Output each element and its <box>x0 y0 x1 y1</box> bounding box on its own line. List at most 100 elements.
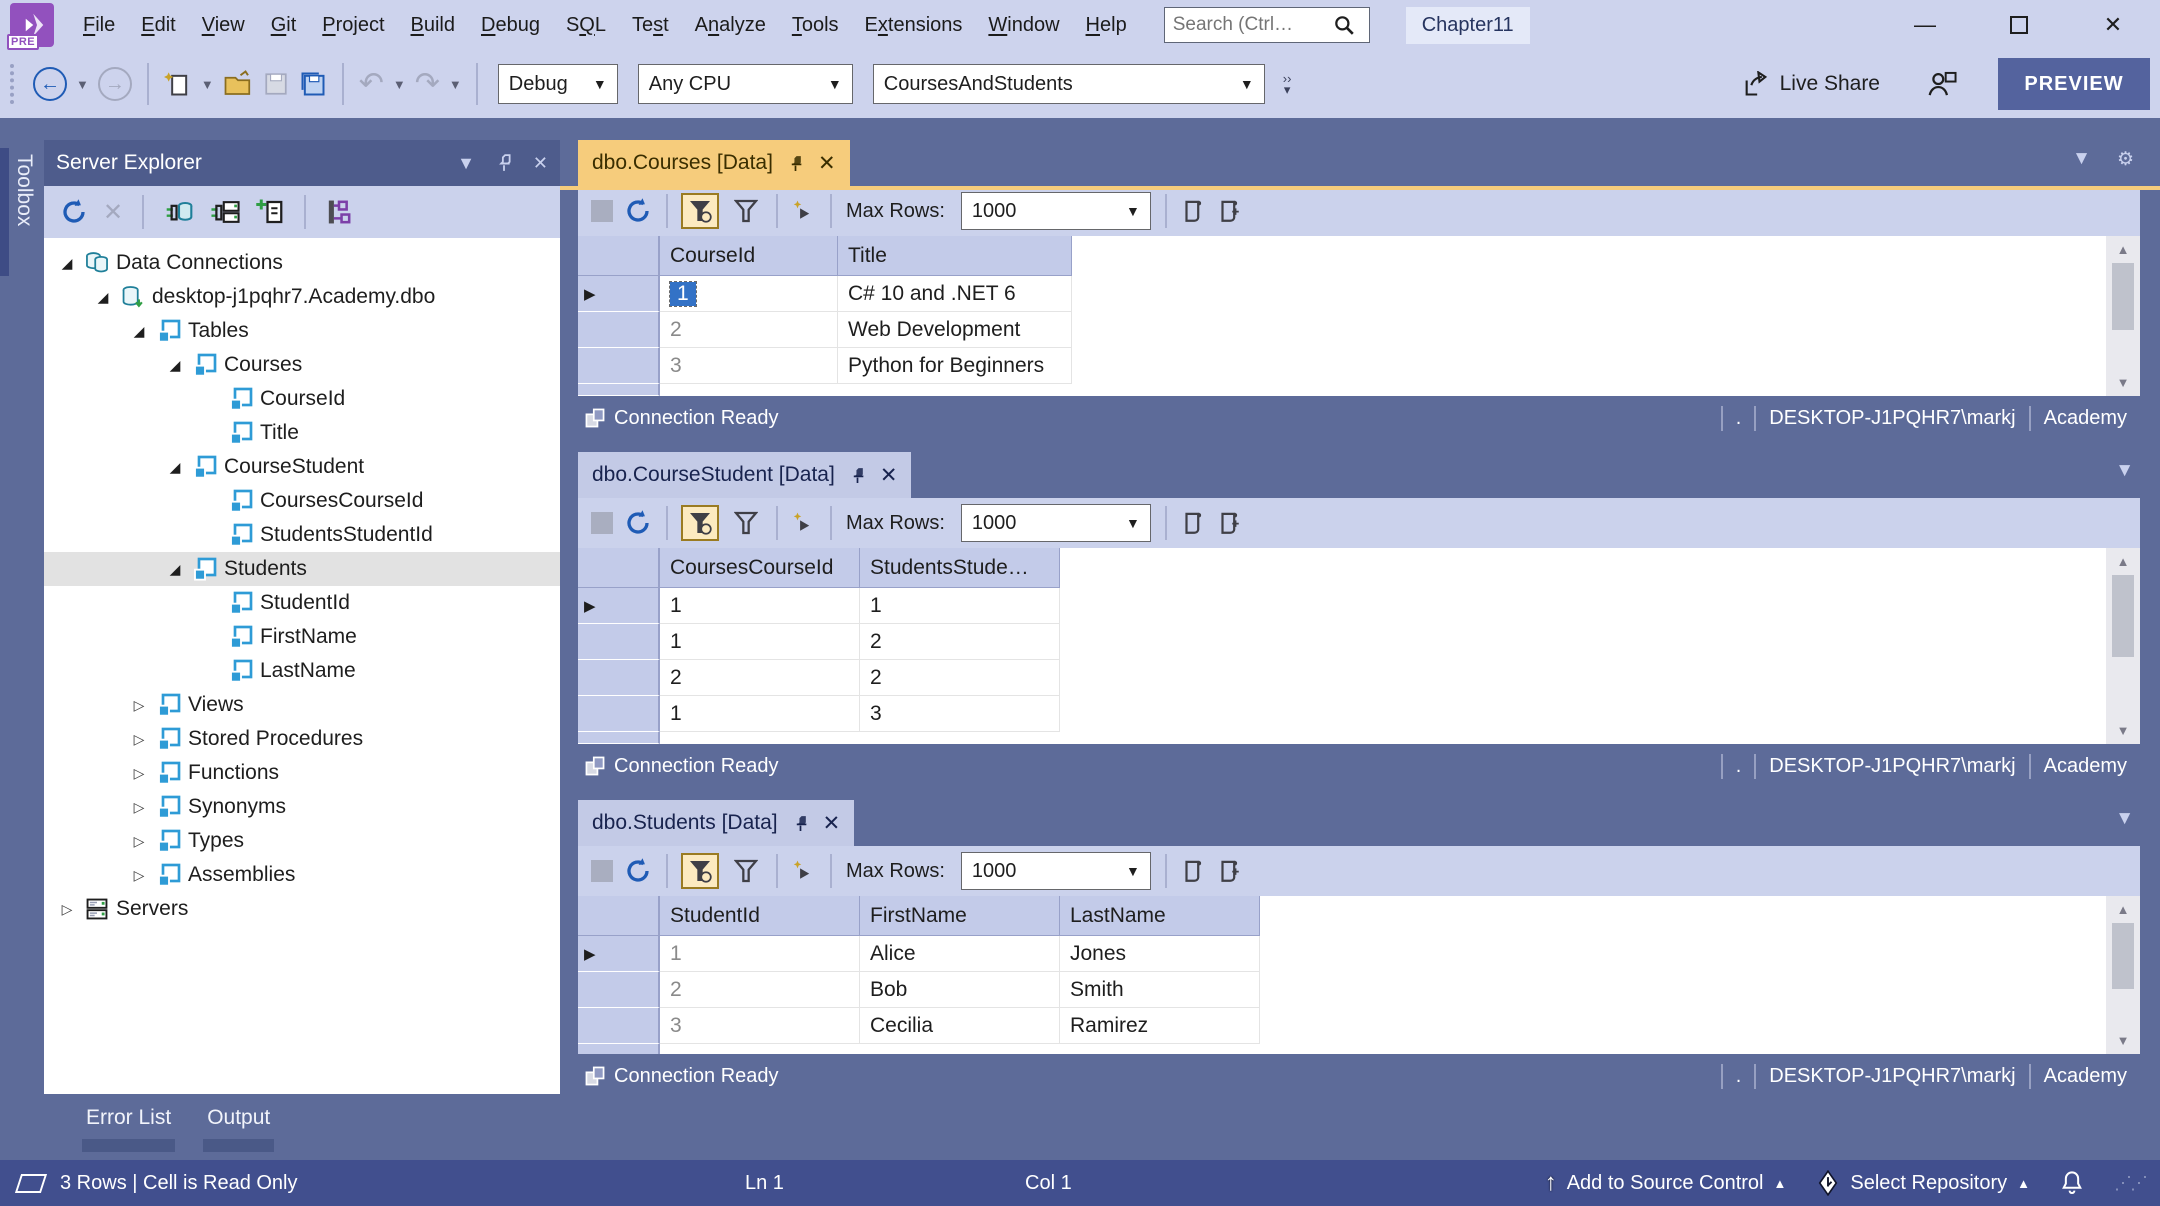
grid-cell[interactable]: 1 <box>660 624 860 660</box>
tree-node-courseid[interactable]: CourseId <box>44 382 560 416</box>
tree-node-stored-procedures[interactable]: ▷Stored Procedures <box>44 722 560 756</box>
tree-node-studentid[interactable]: StudentId <box>44 586 560 620</box>
tree-expander-icon[interactable]: ▷ <box>124 867 154 884</box>
redo-button[interactable]: ↷ <box>415 69 440 99</box>
chevron-down-icon[interactable]: ▼ <box>2072 148 2091 171</box>
column-header-firstname[interactable]: FirstName <box>860 896 1060 936</box>
grid-cell[interactable]: C# 10 and .NET 6 <box>838 276 1072 312</box>
menu-tools[interactable]: Tools <box>779 14 852 37</box>
tree-expander-icon[interactable]: ◢ <box>160 561 190 578</box>
save-button[interactable] <box>263 71 289 97</box>
close-icon[interactable]: ✕ <box>880 463 898 488</box>
max-rows-combo[interactable]: 1000▼ <box>961 852 1151 890</box>
undo-button[interactable]: ↶ <box>359 69 384 99</box>
menu-test[interactable]: Test <box>619 14 682 37</box>
row-selector[interactable] <box>578 348 660 384</box>
vertical-scrollbar[interactable]: ▲ ▼ <box>2106 548 2140 744</box>
menu-edit[interactable]: Edit <box>128 14 188 37</box>
tree-expander-icon[interactable]: ▷ <box>124 765 154 782</box>
tree-node-firstname[interactable]: FirstName <box>44 620 560 654</box>
scrollbar-thumb[interactable] <box>2112 575 2134 657</box>
pin-icon[interactable] <box>849 467 866 484</box>
minimize-button[interactable]: — <box>1878 0 1972 50</box>
grid-cell[interactable]: Ramirez <box>1060 1008 1260 1044</box>
grid-cell[interactable]: 1 <box>860 588 1060 624</box>
scroll-up-icon[interactable]: ▲ <box>2117 548 2130 573</box>
filter-icon[interactable] <box>729 855 763 887</box>
navigate-forward-button[interactable]: → <box>98 67 132 101</box>
toolbar-overflow-button[interactable]: ››▾ <box>1283 73 1292 95</box>
scroll-up-icon[interactable]: ▲ <box>2117 236 2130 261</box>
tree-node-data-connections[interactable]: ◢Data Connections <box>44 246 560 280</box>
menu-extensions[interactable]: Extensions <box>852 14 976 37</box>
select-repository-button[interactable]: Select Repository ▲ <box>1816 1170 2030 1196</box>
stop-icon[interactable] <box>591 200 613 222</box>
grid-cell[interactable]: Web Development <box>838 312 1072 348</box>
grid-cell[interactable]: 1 <box>660 696 860 732</box>
redo-dropdown-icon[interactable]: ▼ <box>449 77 462 92</box>
script-sql-new-icon[interactable] <box>1216 510 1242 536</box>
tree-node-servers[interactable]: ▷Servers <box>44 892 560 926</box>
menu-git[interactable]: Git <box>258 14 310 37</box>
menu-project[interactable]: Project <box>309 14 397 37</box>
menu-build[interactable]: Build <box>398 14 468 37</box>
max-rows-combo[interactable]: 1000▼ <box>961 192 1151 230</box>
grid-cell[interactable]: 2 <box>660 312 838 348</box>
tree-node-coursestudent[interactable]: ◢CourseStudent <box>44 450 560 484</box>
tree-expander-icon[interactable]: ▷ <box>124 697 154 714</box>
filter-toggle-icon[interactable] <box>681 193 719 229</box>
column-header-studentsstude[interactable]: StudentsStude… <box>860 548 1060 588</box>
tree-node-title[interactable]: Title <box>44 416 560 450</box>
grid-cell[interactable]: 3 <box>660 1008 860 1044</box>
script-wand-icon[interactable] <box>791 198 817 224</box>
connect-to-server-icon[interactable] <box>209 197 241 227</box>
tree-expander-icon[interactable]: ▷ <box>124 731 154 748</box>
grid-cell[interactable]: 3 <box>660 348 838 384</box>
grid-cell[interactable]: 2 <box>860 660 1060 696</box>
grid-cell[interactable]: Jones <box>1060 936 1260 972</box>
tree-node-coursescourseid[interactable]: CoursesCourseId <box>44 484 560 518</box>
row-selector[interactable]: ▶ <box>578 276 660 312</box>
pin-icon[interactable] <box>787 155 804 172</box>
menu-file[interactable]: File <box>70 14 128 37</box>
notifications-bell-icon[interactable] <box>2060 1170 2084 1196</box>
menu-view[interactable]: View <box>189 14 258 37</box>
row-selector[interactable]: ▶ <box>578 588 660 624</box>
feedback-icon[interactable] <box>15 1174 47 1193</box>
toolbar-drag-handle[interactable] <box>10 64 16 104</box>
tree-node-desktop-j1pqhr7-academy-dbo[interactable]: ◢desktop-j1pqhr7.Academy.dbo <box>44 280 560 314</box>
refresh-icon[interactable] <box>623 508 653 538</box>
scroll-down-icon[interactable]: ▼ <box>2117 1027 2130 1054</box>
add-connection-icon[interactable] <box>255 197 285 227</box>
solution-platform-combo[interactable]: Any CPU▼ <box>638 64 853 104</box>
grid-cell[interactable]: 2 <box>660 660 860 696</box>
column-header-studentid[interactable]: StudentId <box>660 896 860 936</box>
menu-debug[interactable]: Debug <box>468 14 553 37</box>
scroll-up-icon[interactable]: ▲ <box>2117 896 2130 921</box>
window-position-chevron-icon[interactable]: ▼ <box>457 153 475 174</box>
row-selector[interactable] <box>578 312 660 348</box>
column-header-lastname[interactable]: LastName <box>1060 896 1260 936</box>
chevron-down-icon[interactable]: ▼ <box>2115 808 2134 830</box>
scroll-down-icon[interactable]: ▼ <box>2117 369 2130 396</box>
tree-expander-icon[interactable]: ▷ <box>124 799 154 816</box>
preview-feedback-button[interactable]: PREVIEW <box>1998 58 2150 110</box>
toolbox-side-tab[interactable]: Toolbox <box>0 148 44 276</box>
column-header-coursescourseid[interactable]: CoursesCourseId <box>660 548 860 588</box>
solution-configuration-combo[interactable]: Debug▼ <box>498 64 618 104</box>
row-selector-header[interactable] <box>578 236 660 276</box>
scroll-down-icon[interactable]: ▼ <box>2117 717 2130 744</box>
resize-grip[interactable]: ⋰⋰ <box>2114 1173 2146 1194</box>
tree-expander-icon[interactable]: ◢ <box>88 289 118 306</box>
max-rows-combo[interactable]: 1000▼ <box>961 504 1151 542</box>
close-button[interactable]: ✕ <box>2066 0 2160 50</box>
script-sql-new-icon[interactable] <box>1216 198 1242 224</box>
menu-analyze[interactable]: Analyze <box>682 14 779 37</box>
add-to-source-control-button[interactable]: ↑ Add to Source Control ▲ <box>1545 1169 1787 1197</box>
menu-help[interactable]: Help <box>1073 14 1140 37</box>
script-wand-icon[interactable] <box>791 510 817 536</box>
scrollbar-thumb[interactable] <box>2112 263 2134 330</box>
close-icon[interactable]: ✕ <box>818 151 836 176</box>
tree-node-lastname[interactable]: LastName <box>44 654 560 688</box>
grid-cell[interactable]: Smith <box>1060 972 1260 1008</box>
